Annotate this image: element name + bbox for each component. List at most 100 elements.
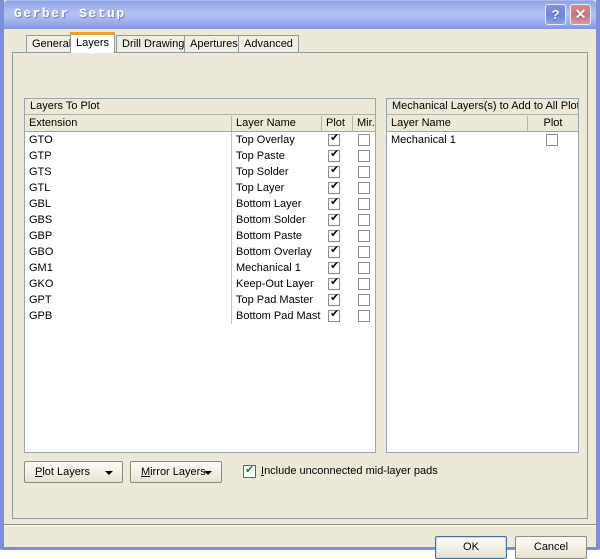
chevron-down-icon (105, 471, 113, 475)
tab-advanced[interactable]: Advanced (238, 35, 299, 53)
dialog-client-area: General Layers Drill Drawing Apertures A… (4, 29, 596, 559)
plot-checkbox[interactable]: ✔ (328, 180, 340, 194)
column-header-layer-name[interactable]: Layer Name (231, 116, 321, 131)
cell-extension: GTL (29, 182, 51, 194)
title-bar: Gerber Setup ? ✕ (4, 0, 596, 29)
checkmark-icon: ✔ (330, 131, 340, 144)
mech-plot-checkbox[interactable] (546, 134, 558, 146)
mechanical-layers-title: Mechanical Layers(s) to Add to All Plots (387, 99, 578, 115)
plot-checkbox[interactable]: ✔ (328, 195, 340, 210)
table-row[interactable]: GM1 Mechanical 1 ✔ (25, 260, 375, 276)
mirror-checkbox[interactable] (358, 182, 370, 194)
checkmark-icon: ✔ (330, 147, 340, 160)
mirror-checkbox[interactable] (358, 150, 370, 162)
cell-layer-name: Top Overlay (231, 132, 321, 148)
cell-layer-name: Top Layer (231, 180, 321, 196)
help-icon[interactable]: ? (545, 4, 566, 25)
include-unconnected-pads-checkbox[interactable]: ✔ (243, 463, 256, 478)
column-header-plot[interactable]: Plot (321, 116, 352, 131)
table-row[interactable]: GPT Top Pad Master ✔ (25, 292, 375, 308)
table-row[interactable]: GBO Bottom Overlay ✔ (25, 244, 375, 260)
chevron-down-icon (204, 471, 212, 475)
cell-extension: GM1 (29, 262, 53, 274)
mirror-checkbox[interactable] (358, 198, 370, 210)
plot-checkbox[interactable]: ✔ (328, 276, 340, 290)
cell-extension: GKO (29, 278, 54, 290)
plot-layers-label: Plot Layers (35, 462, 90, 482)
plot-layers-suffix: lot Layers (42, 466, 91, 478)
cell-layer-name: Bottom Overlay (231, 244, 321, 260)
plot-checkbox[interactable]: ✔ (328, 307, 340, 322)
layers-to-plot-rows: GTO Top Overlay ✔ GTP Top Paste ✔ GTS Top Solde… (25, 132, 375, 324)
table-row[interactable]: GTS Top Solder ✔ (25, 164, 375, 180)
checkmark-icon: ✔ (330, 243, 340, 256)
include-unconnected-pads-label: Include unconnected mid-layer pads (261, 464, 438, 479)
gerber-setup-dialog: Gerber Setup ? ✕ General Layers Drill Dr… (0, 0, 600, 559)
cell-extension: GPT (29, 294, 52, 306)
checkmark-icon: ✔ (330, 307, 340, 320)
plot-checkbox[interactable]: ✔ (328, 131, 340, 146)
mirror-checkbox[interactable] (358, 246, 370, 258)
mirror-layers-accel: M (141, 466, 151, 478)
cell-layer-name: Bottom Solder (231, 212, 321, 228)
table-row[interactable]: Mechanical 1 (387, 132, 578, 148)
table-row[interactable]: GTP Top Paste ✔ (25, 148, 375, 164)
window-title: Gerber Setup (14, 6, 126, 21)
plot-checkbox[interactable]: ✔ (328, 260, 340, 274)
tab-strip: General Layers Drill Drawing Apertures A… (4, 29, 596, 53)
mechanical-layers-rows: Mechanical 1 (387, 132, 578, 148)
checkmark-icon: ✔ (330, 163, 340, 176)
mirror-checkbox[interactable] (358, 310, 370, 322)
table-row[interactable]: GBS Bottom Solder ✔ (25, 212, 375, 228)
mirror-checkbox[interactable] (358, 230, 370, 242)
mirror-layers-button[interactable]: Mirror Layers (130, 461, 222, 483)
plot-checkbox[interactable]: ✔ (328, 228, 340, 242)
mirror-checkbox[interactable] (358, 294, 370, 306)
mirror-layers-suffix: irror Layers (150, 466, 206, 478)
tab-apertures[interactable]: Apertures (184, 35, 244, 53)
cell-extension: GBL (29, 198, 52, 210)
table-row[interactable]: GBP Bottom Paste ✔ (25, 228, 375, 244)
checkmark-icon: ✔ (330, 195, 340, 208)
plot-checkbox[interactable]: ✔ (328, 291, 340, 306)
checkmark-icon: ✔ (330, 291, 340, 304)
layers-tab-page: Layers To Plot Extension Layer Name Plot… (12, 52, 588, 519)
mirror-checkbox[interactable] (358, 214, 370, 226)
cell-extension: GPB (29, 310, 53, 322)
mirror-checkbox[interactable] (358, 134, 370, 146)
plot-layers-button[interactable]: Plot Layers (24, 461, 123, 483)
table-row[interactable]: GTL Top Layer ✔ (25, 180, 375, 196)
plot-checkbox[interactable]: ✔ (328, 147, 340, 162)
column-header-mech-plot[interactable]: Plot (527, 116, 578, 131)
cell-extension: GBS (29, 214, 53, 226)
cancel-button[interactable]: Cancel (515, 536, 587, 559)
cell-layer-name: Top Paste (231, 148, 321, 164)
plot-checkbox[interactable]: ✔ (328, 243, 340, 258)
cell-extension: GBP (29, 230, 53, 242)
cell-layer-name: Top Pad Master (231, 292, 321, 308)
mirror-checkbox[interactable] (358, 262, 370, 274)
cell-layer-name: Bottom Layer (231, 196, 321, 212)
table-row[interactable]: GKO Keep-Out Layer ✔ (25, 276, 375, 292)
mechanical-layers-panel: Mechanical Layers(s) to Add to All Plots… (386, 98, 579, 453)
tab-drill-drawing[interactable]: Drill Drawing (116, 35, 191, 53)
tab-layers[interactable]: Layers (70, 32, 116, 53)
mirror-checkbox[interactable] (358, 278, 370, 290)
ok-button[interactable]: OK (435, 536, 507, 559)
column-header-extension[interactable]: Extension (25, 116, 231, 131)
include-pads-suffix: nclude unconnected mid-layer pads (264, 465, 438, 477)
plot-checkbox[interactable]: ✔ (328, 212, 340, 226)
close-icon[interactable]: ✕ (570, 4, 591, 25)
cell-layer-name: Top Solder (231, 164, 321, 180)
cell-layer-name: Bottom Paste (231, 228, 321, 244)
table-row[interactable]: GTO Top Overlay ✔ (25, 132, 375, 148)
column-header-mirror[interactable]: Mir... (352, 116, 375, 131)
mirror-checkbox[interactable] (358, 166, 370, 178)
table-row[interactable]: GBL Bottom Layer ✔ (25, 196, 375, 212)
cell-extension: GBO (29, 246, 54, 258)
cell-layer-name: Mechanical 1 (231, 260, 321, 276)
layers-to-plot-panel: Layers To Plot Extension Layer Name Plot… (24, 98, 376, 453)
plot-checkbox[interactable]: ✔ (328, 163, 340, 178)
column-header-mech-layer-name[interactable]: Layer Name (387, 116, 527, 131)
table-row[interactable]: GPB Bottom Pad Mast ✔ (25, 308, 375, 324)
